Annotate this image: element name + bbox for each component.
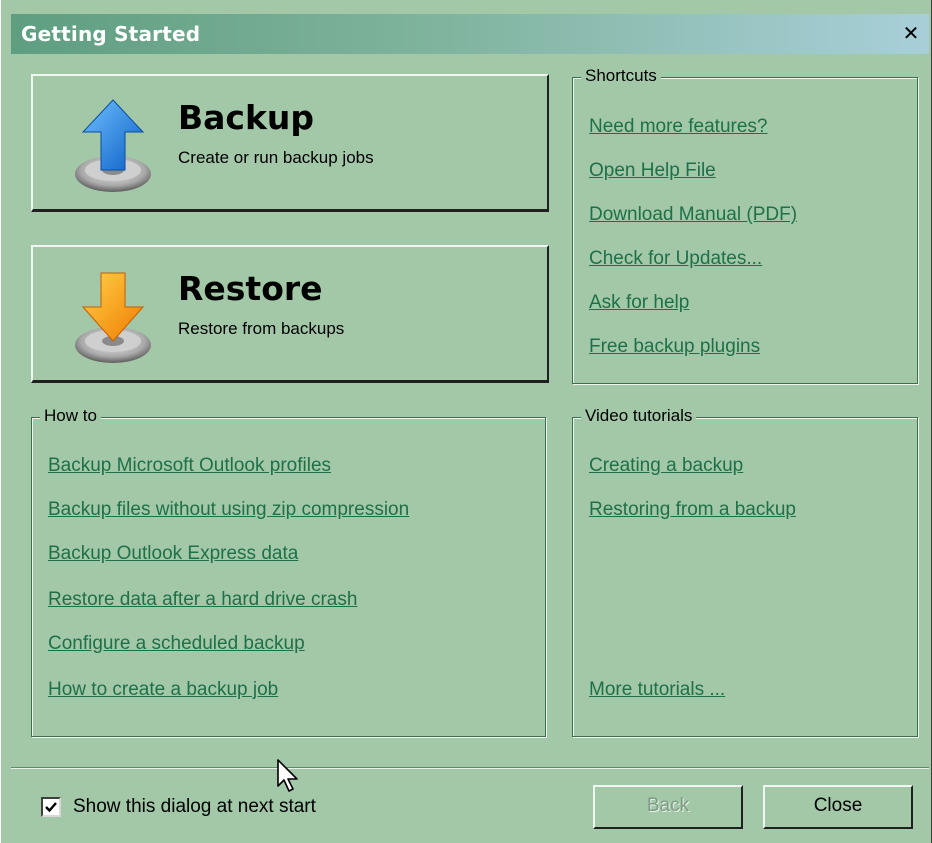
link-howto-scheduled-backup[interactable]: Configure a scheduled backup [48, 633, 305, 655]
link-howto-outlook-express[interactable]: Backup Outlook Express data [48, 543, 298, 565]
back-button[interactable]: Back [593, 785, 743, 829]
upload-arrow-icon [75, 99, 151, 192]
restore-label: Restore [178, 269, 323, 308]
checkmark-icon [45, 802, 57, 813]
title-bar[interactable]: Getting Started ✕ [11, 14, 929, 54]
link-howto-create-job[interactable]: How to create a backup job [48, 679, 278, 701]
link-howto-no-zip[interactable]: Backup files without using zip compressi… [48, 499, 409, 521]
link-more-tutorials[interactable]: More tutorials ... [589, 679, 725, 701]
close-icon[interactable]: ✕ [899, 22, 923, 46]
backup-button[interactable]: Backup Create or run backup jobs [31, 74, 549, 212]
link-creating-a-backup[interactable]: Creating a backup [589, 455, 743, 477]
link-download-manual[interactable]: Download Manual (PDF) [589, 204, 797, 226]
close-button[interactable]: Close [763, 785, 913, 829]
howto-group: How to Backup Microsoft Outlook profiles… [31, 406, 546, 737]
link-check-for-updates[interactable]: Check for Updates... [589, 248, 762, 270]
restore-description: Restore from backups [178, 319, 345, 338]
howto-legend: How to [40, 406, 101, 426]
shortcuts-group: Shortcuts Need more features? Open Help … [572, 66, 918, 384]
link-need-more-features[interactable]: Need more features? [589, 116, 768, 138]
footer-separator [11, 767, 929, 769]
link-free-backup-plugins[interactable]: Free backup plugins [589, 336, 760, 358]
backup-description: Create or run backup jobs [178, 148, 374, 167]
video-tutorials-legend: Video tutorials [581, 406, 697, 426]
shortcuts-legend: Shortcuts [581, 66, 661, 86]
link-howto-outlook-profiles[interactable]: Backup Microsoft Outlook profiles [48, 455, 331, 477]
download-arrow-icon [75, 272, 151, 363]
show-at-start-checkbox[interactable] [41, 797, 61, 817]
link-restoring-from-a-backup[interactable]: Restoring from a backup [589, 499, 796, 521]
show-at-start-label[interactable]: Show this dialog at next start [73, 796, 316, 818]
getting-started-dialog: Getting Started ✕ Backup Create or run b… [0, 0, 932, 843]
mouse-cursor-icon [277, 759, 298, 792]
link-howto-restore-crash[interactable]: Restore data after a hard drive crash [48, 589, 357, 611]
restore-button[interactable]: Restore Restore from backups [31, 245, 549, 383]
link-open-help-file[interactable]: Open Help File [589, 160, 716, 182]
link-ask-for-help[interactable]: Ask for help [589, 292, 689, 314]
video-tutorials-group: Video tutorials Creating a backup Restor… [572, 406, 918, 737]
window-title: Getting Started [21, 22, 201, 46]
backup-label: Backup [178, 98, 315, 137]
